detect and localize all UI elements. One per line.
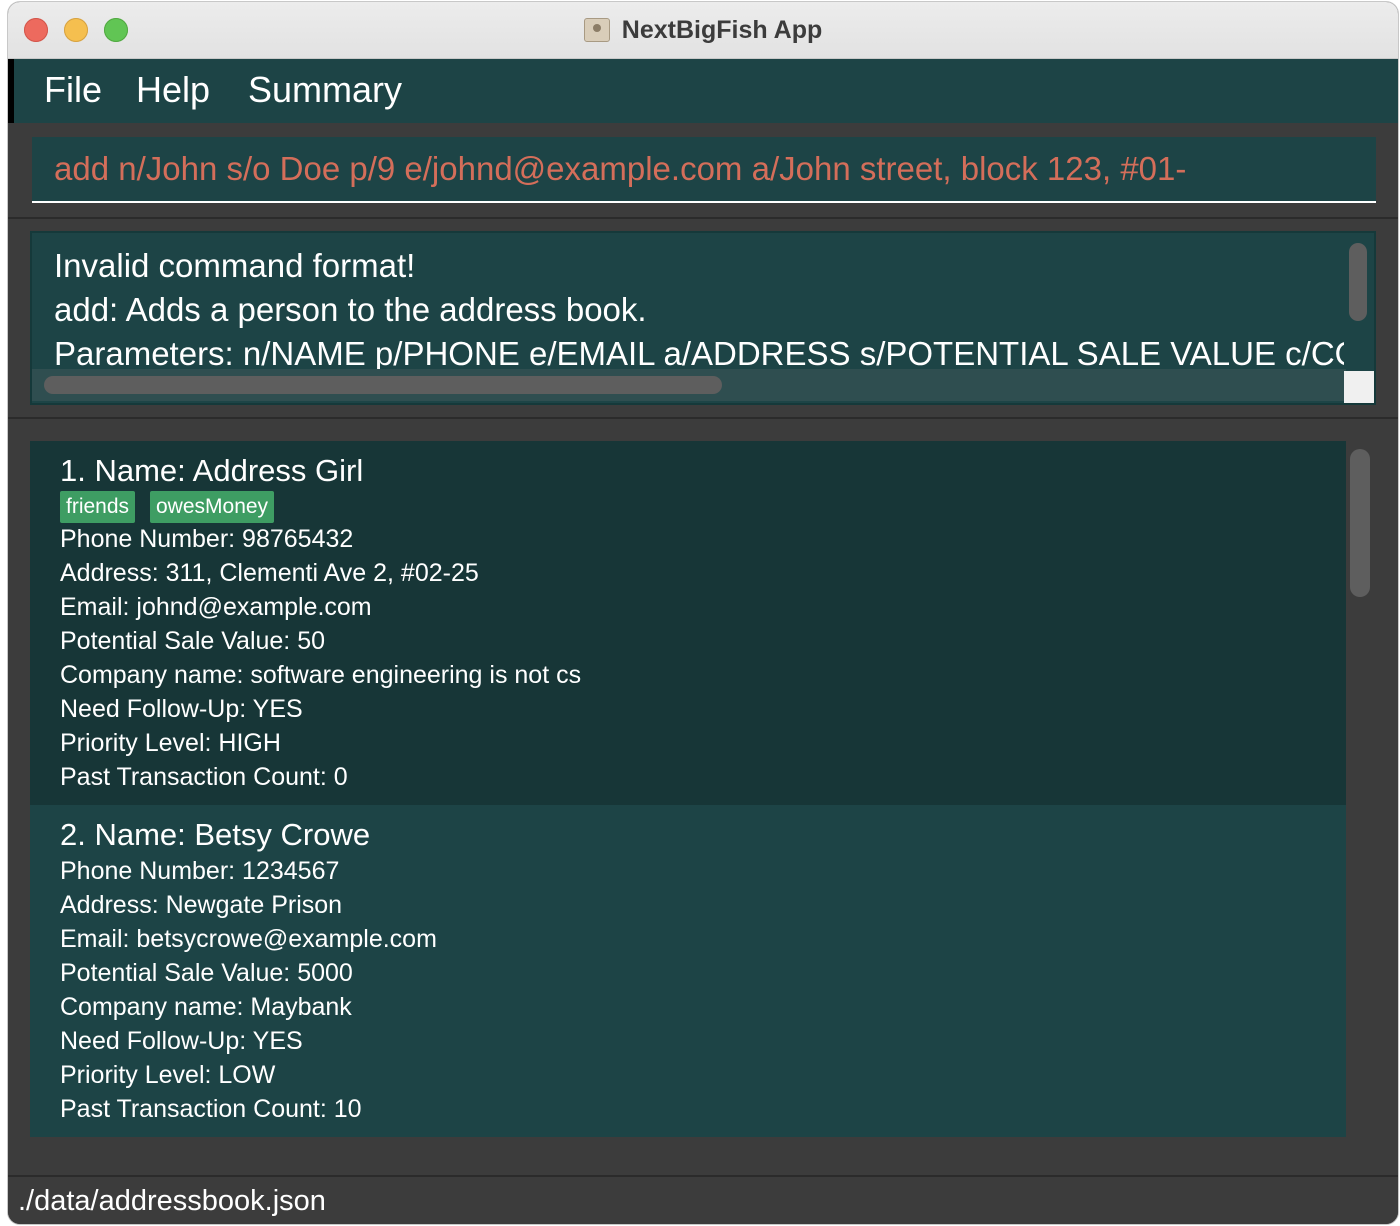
tag-owes-money: owesMoney: [150, 491, 275, 523]
person-sale-value: Potential Sale Value: 50: [60, 627, 326, 655]
person-phone: Phone Number: 1234567: [60, 857, 340, 885]
person-address: Address: Newgate Prison: [60, 891, 343, 919]
person-company: Company name: software engineering is no…: [60, 661, 582, 689]
list-vertical-scroll-thumb[interactable]: [1350, 449, 1370, 597]
menu-summary[interactable]: Summary: [248, 69, 402, 111]
person-follow-up: Need Follow-Up: YES: [60, 695, 303, 723]
person-address: Address: 311, Clementi Ave 2, #02-25: [60, 559, 479, 587]
person-email: Email: johnd@example.com: [60, 593, 372, 621]
result-line-usage: add: Adds a person to the address book.: [54, 291, 647, 328]
app-window: NextBigFish App File Help Summary Invali…: [8, 2, 1398, 1224]
person-phone: Phone Number: 98765432: [60, 525, 354, 553]
person-list-panel: 1. Name: Address Girl friends owesMoney …: [8, 419, 1398, 1175]
menu-help[interactable]: Help: [136, 69, 210, 111]
status-bar: ./data/addressbook.json: [8, 1175, 1398, 1224]
menu-bar: File Help Summary: [8, 59, 1398, 123]
command-box-area: [8, 123, 1398, 219]
person-card-1[interactable]: 1. Name: Address Girl friends owesMoney …: [30, 441, 1346, 805]
person-transactions: Past Transaction Count: 0: [60, 763, 348, 791]
person-sale-value: Potential Sale Value: 5000: [60, 959, 353, 987]
person-card-2[interactable]: 2. Name: Betsy Crowe Phone Number: 12345…: [30, 805, 1346, 1137]
person-name: 2. Name: Betsy Crowe: [60, 817, 371, 852]
person-name: 1. Name: Address Girl: [60, 453, 364, 488]
result-display: Invalid command format! add: Adds a pers…: [30, 231, 1376, 405]
person-priority: Priority Level: HIGH: [60, 729, 281, 757]
person-list: 1. Name: Address Girl friends owesMoney …: [30, 441, 1346, 1153]
person-transactions: Past Transaction Count: 10: [60, 1095, 362, 1123]
result-line-parameters: Parameters: n/NAME p/PHONE e/EMAIL a/ADD…: [54, 335, 1376, 372]
result-line-error: Invalid command format!: [54, 247, 416, 284]
result-display-area: Invalid command format! add: Adds a pers…: [8, 219, 1398, 419]
title-container: NextBigFish App: [8, 2, 1398, 58]
title-bar: NextBigFish App: [8, 2, 1398, 59]
save-file-path: ./data/addressbook.json: [18, 1185, 326, 1217]
tag-friends: friends: [60, 491, 136, 523]
person-priority: Priority Level: LOW: [60, 1061, 276, 1089]
result-vertical-scroll-thumb[interactable]: [1349, 243, 1367, 321]
window-title: NextBigFish App: [621, 15, 823, 44]
scrollbar-corner: [1344, 371, 1374, 403]
result-horizontal-scroll-thumb[interactable]: [44, 376, 722, 394]
person-company: Company name: Maybank: [60, 993, 352, 1021]
app-icon: [583, 18, 610, 42]
person-follow-up: Need Follow-Up: YES: [60, 1027, 303, 1055]
menu-file[interactable]: File: [44, 69, 102, 111]
person-email: Email: betsycrowe@example.com: [60, 925, 437, 953]
command-input[interactable]: [32, 137, 1376, 203]
